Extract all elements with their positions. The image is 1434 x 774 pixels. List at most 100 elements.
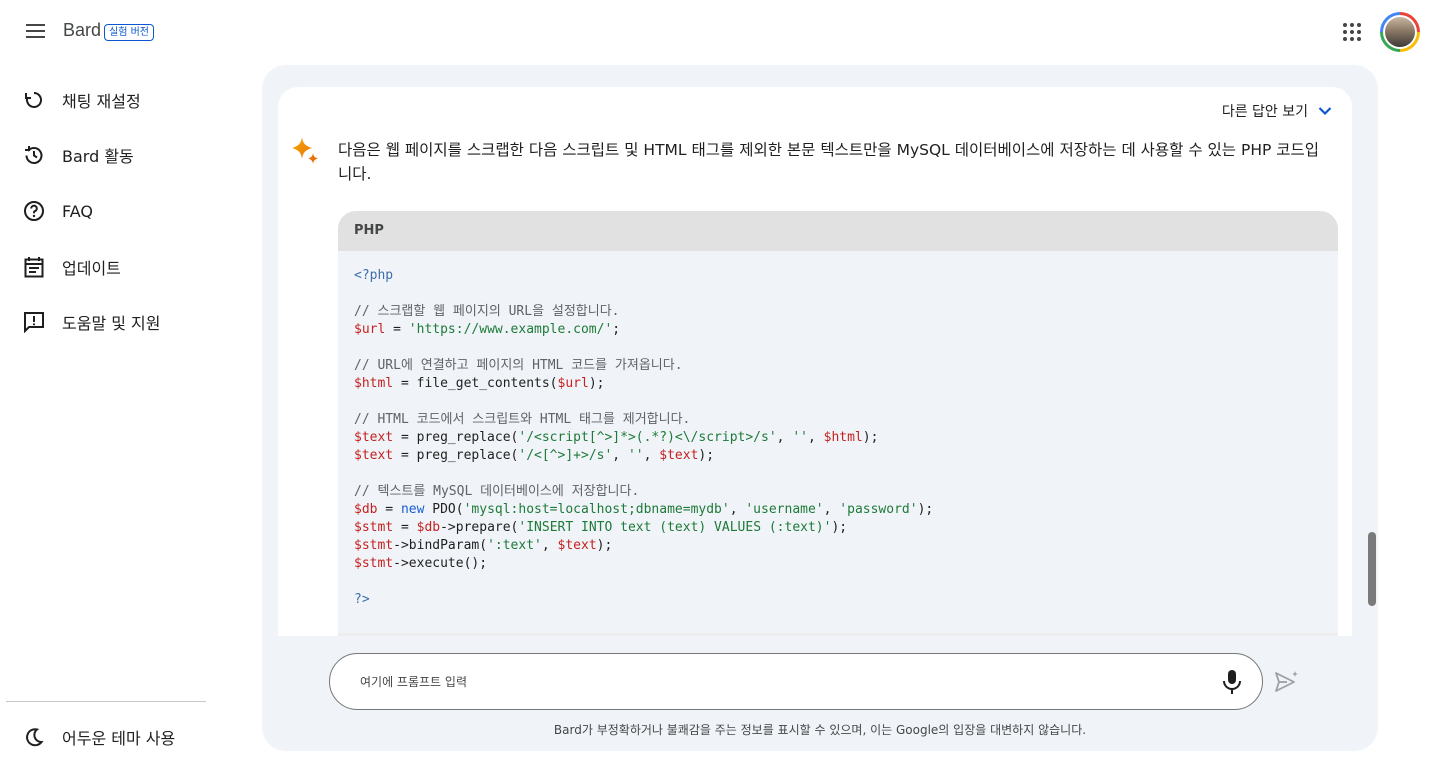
response-intro-text: 다음은 웹 페이지를 스크랩한 다음 스크립트 및 HTML 태그를 제외한 본… xyxy=(338,141,1320,183)
code-line: // URL에 연결하고 페이지의 HTML 코드를 가져옵니다. xyxy=(354,357,1322,375)
sidebar-item-label: 어두운 테마 사용 xyxy=(62,729,176,748)
code-comment: // 텍스트를 MySQL 데이터베이스에 저장합니다. xyxy=(354,484,640,499)
code-token: $text xyxy=(354,430,394,445)
code-line: $stmt->execute(); xyxy=(354,555,1322,573)
reset-icon xyxy=(22,88,46,112)
code-token: ':text' xyxy=(487,538,542,553)
code-token: 'https://www.example.com/' xyxy=(408,322,613,337)
code-token: ?> xyxy=(354,592,370,607)
chevron-down-icon xyxy=(1318,107,1332,116)
response-card: 다른 답안 보기 다음은 웹 페이지를 스크랩한 다음 스크립트 및 HTML … xyxy=(278,87,1352,636)
prompt-input[interactable] xyxy=(360,671,1180,693)
code-token: $url xyxy=(354,322,386,337)
code-token: , xyxy=(643,448,660,463)
code-token: 'mysql:host=localhost;dbname=mydb' xyxy=(463,502,730,517)
sidebar-item-help-support[interactable]: 도움말 및 지원 xyxy=(0,300,220,344)
code-token: $html xyxy=(823,430,863,445)
microphone-icon[interactable] xyxy=(1220,669,1244,695)
sidebar-item-label: FAQ xyxy=(62,201,93,221)
sidebar-item-updates[interactable]: 업데이트 xyxy=(0,245,220,289)
code-line: <?php xyxy=(354,267,1322,285)
code-token: = xyxy=(385,322,409,337)
code-line: $text = preg_replace('/<[^>]+>/s', '', $… xyxy=(354,447,1322,465)
code-token: = xyxy=(377,502,401,517)
code-token: $db xyxy=(354,502,378,517)
code-token: $text xyxy=(659,448,699,463)
code-line: // 텍스트를 MySQL 데이터베이스에 저장합니다. xyxy=(354,483,1322,501)
code-token: $stmt xyxy=(354,556,394,571)
code-token: 'password' xyxy=(839,502,918,517)
code-token: , xyxy=(612,448,628,463)
code-line: $stmt = $db->prepare('INSERT INTO text (… xyxy=(354,519,1322,537)
code-line: $db = new PDO('mysql:host=localhost;dbna… xyxy=(354,501,1322,519)
sidebar-item-label: Bard 활동 xyxy=(62,147,134,166)
view-other-drafts-button[interactable]: 다른 답안 보기 xyxy=(1222,101,1332,121)
code-token: ); xyxy=(917,502,934,517)
code-line: $html = file_get_contents($url); xyxy=(354,375,1322,393)
code-token: , xyxy=(823,502,840,517)
experiment-badge: 실험 버전 xyxy=(104,24,154,41)
code-token: = preg_replace( xyxy=(393,430,519,445)
avatar-photo xyxy=(1385,17,1415,47)
code-token: $text xyxy=(354,448,394,463)
top-bar: Bard 실험 버전 xyxy=(0,0,1434,64)
code-token: = preg_replace( xyxy=(393,448,519,463)
code-token: 'INSERT INTO text (text) VALUES (:text)' xyxy=(518,520,832,535)
sidebar-item-label: 도움말 및 지원 xyxy=(62,314,161,333)
code-token: ); xyxy=(831,520,848,535)
app-name[interactable]: Bard xyxy=(63,20,101,41)
history-icon xyxy=(22,143,46,167)
prompt-input-container[interactable] xyxy=(329,653,1263,710)
code-language-label: PHP xyxy=(338,211,1338,251)
sidebar-item-label: 업데이트 xyxy=(62,259,121,278)
code-line: $text = preg_replace('/<script[^>]*>(.*?… xyxy=(354,429,1322,447)
view-other-drafts-label: 다른 답안 보기 xyxy=(1221,104,1308,120)
code-comment: // HTML 코드에서 스크립트와 HTML 태그를 제거합니다. xyxy=(354,412,691,427)
code-token: ); xyxy=(862,430,879,445)
code-line: $stmt->bindParam(':text', $text); xyxy=(354,537,1322,555)
calendar-icon xyxy=(22,255,46,279)
sidebar-divider xyxy=(6,701,206,702)
code-token: $stmt xyxy=(354,520,394,535)
code-token: $db xyxy=(416,520,441,535)
code-line: // HTML 코드에서 스크립트와 HTML 태그를 제거합니다. xyxy=(354,411,1322,429)
code-token: '/<[^>]+>/s' xyxy=(518,448,613,463)
scrollbar-thumb[interactable] xyxy=(1368,532,1376,606)
code-token: $text xyxy=(557,538,597,553)
help-circle-icon xyxy=(22,199,46,223)
code-token: , xyxy=(807,430,824,445)
code-token: PDO( xyxy=(424,502,464,517)
code-token: = xyxy=(393,520,417,535)
code-token: , xyxy=(729,502,746,517)
code-block-footer xyxy=(338,633,1338,636)
code-token: , xyxy=(776,430,793,445)
chat-panel: 다른 답안 보기 다음은 웹 페이지를 스크랩한 다음 스크립트 및 HTML … xyxy=(262,65,1378,751)
code-token: <?php xyxy=(354,268,394,283)
sidebar-item-bard-activity[interactable]: Bard 활동 xyxy=(0,133,220,177)
code-token: ->execute(); xyxy=(393,556,488,571)
code-token: ; xyxy=(612,322,621,337)
code-token: ->bindParam( xyxy=(393,538,488,553)
sidebar-item-label: 채팅 재설정 xyxy=(62,92,141,111)
apps-grid-icon[interactable] xyxy=(1342,22,1362,42)
code-token: '/<script[^>]*>(.*?)<\/script>/s' xyxy=(518,430,777,445)
code-token: $html xyxy=(354,376,394,391)
code-token: ->prepare( xyxy=(440,520,519,535)
send-icon[interactable] xyxy=(1274,670,1300,694)
code-token: = file_get_contents( xyxy=(393,376,558,391)
account-avatar[interactable] xyxy=(1380,12,1420,52)
code-comment: // URL에 연결하고 페이지의 HTML 코드를 가져옵니다. xyxy=(354,358,683,373)
dark-theme-toggle[interactable]: 어두운 테마 사용 xyxy=(0,715,220,759)
feedback-icon xyxy=(22,310,46,334)
code-block: PHP <?php // 스크랩할 웹 페이지의 URL을 설정합니다. $ur… xyxy=(338,211,1338,636)
code-token: , xyxy=(541,538,558,553)
code-token: $stmt xyxy=(354,538,394,553)
code-token: $url xyxy=(557,376,589,391)
code-line: $url = 'https://www.example.com/'; xyxy=(354,321,1322,339)
code-line: ?> xyxy=(354,591,1322,609)
menu-icon[interactable] xyxy=(24,20,48,44)
code-token: ); xyxy=(588,376,605,391)
code-token: '' xyxy=(627,448,644,463)
sidebar-item-reset-chat[interactable]: 채팅 재설정 xyxy=(0,78,220,122)
sidebar-item-faq[interactable]: FAQ xyxy=(0,189,220,233)
